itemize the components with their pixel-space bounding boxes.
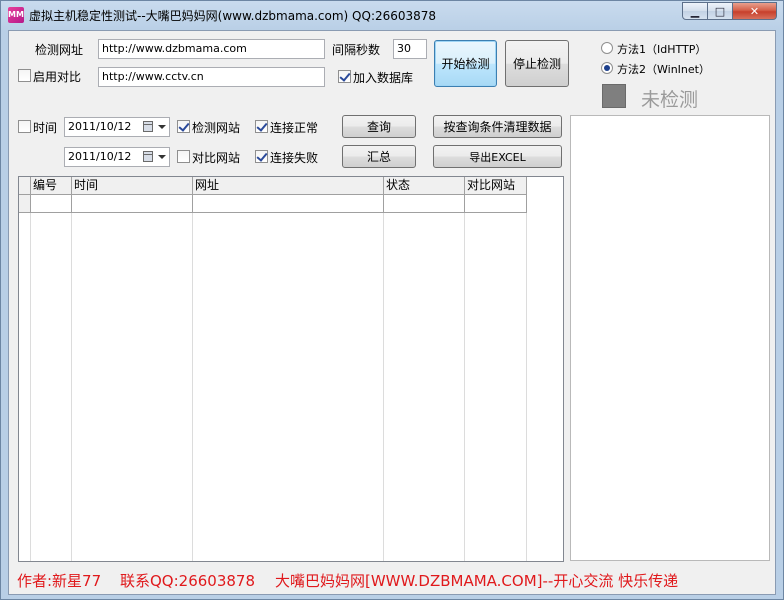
table-cell[interactable] [384,195,465,213]
check-site-checkbox[interactable] [177,120,190,133]
minimize-button[interactable]: ▁ [682,2,708,20]
status-indicator [602,84,626,108]
table-row[interactable] [19,195,527,213]
check-url-label: 检测网址 [35,43,84,57]
column-header[interactable]: 时间 [72,177,193,195]
table-cell[interactable] [193,195,384,213]
status-text: 未检测 [641,89,699,111]
date-to-value: 2011/10/12 [68,150,132,163]
app-window: MM 虚拟主机稳定性测试--大嘴巴妈妈网(www.dzbmama.com) QQ… [0,0,784,600]
query-button[interactable]: 查询 [342,115,416,138]
method2-radio[interactable] [601,62,613,74]
calendar-icon [143,121,153,132]
grid-line [30,213,31,561]
add-db-checkbox[interactable] [338,70,351,83]
grid-line [526,213,527,561]
author-text: 作者:新星77 [17,572,102,590]
chevron-down-icon[interactable] [158,125,166,129]
column-header[interactable]: 对比网站 [465,177,527,195]
row-indicator[interactable] [19,195,31,213]
enable-compare-checkbox[interactable] [18,69,31,82]
method2-label: 方法2（WinInet） [617,63,710,76]
conn-ok-checkbox[interactable] [255,120,268,133]
site-text: 大嘴巴妈妈网[WWW.DZBMAMA.COM]--开心交流 快乐传递 [275,572,679,590]
export-excel-button[interactable]: 导出EXCEL [433,145,562,168]
close-icon: ✕ [749,4,760,18]
log-panel[interactable] [570,115,770,561]
conn-ok-label: 连接正常 [270,121,319,135]
check-url-input[interactable]: http://www.dzbmama.com [98,39,325,59]
check-site-label: 检测网站 [192,121,241,135]
chevron-down-icon[interactable] [158,155,166,159]
method1-label: 方法1（IdHTTP） [617,43,707,56]
close-button[interactable]: ✕ [733,2,777,20]
grid-header: 编号 时间 网址 状态 对比网站 [19,177,527,195]
time-checkbox[interactable] [18,120,31,133]
table-cell[interactable] [465,195,527,213]
grid-corner [19,177,31,195]
date-from-picker[interactable]: 2011/10/12 [64,117,170,137]
results-grid[interactable]: 编号 时间 网址 状态 对比网站 [18,176,564,562]
compare-site-checkbox[interactable] [177,150,190,163]
maximize-icon: □ [714,4,726,18]
date-from-value: 2011/10/12 [68,120,132,133]
column-header[interactable]: 编号 [31,177,72,195]
interval-label: 间隔秒数 [332,43,381,57]
interval-input[interactable]: 30 [393,39,427,59]
minimize-icon: ▁ [690,4,700,18]
client-area: 检测网址 http://www.dzbmama.com 间隔秒数 30 启用对比… [8,30,776,595]
grid-line [383,213,384,561]
table-cell[interactable] [31,195,72,213]
title-bar[interactable]: MM 虚拟主机稳定性测试--大嘴巴妈妈网(www.dzbmama.com) QQ… [1,1,783,29]
summary-button[interactable]: 汇总 [342,145,416,168]
maximize-button[interactable]: □ [708,2,733,20]
app-icon: MM [8,7,24,23]
method1-radio[interactable] [601,42,613,54]
window-title: 虚拟主机稳定性测试--大嘴巴妈妈网(www.dzbmama.com) QQ:26… [29,9,437,23]
start-check-button[interactable]: 开始检测 [434,40,497,87]
date-to-picker[interactable]: 2011/10/12 [64,147,170,167]
enable-compare-label: 启用对比 [33,70,82,84]
conn-fail-label: 连接失败 [270,151,319,165]
table-cell[interactable] [72,195,193,213]
add-db-label: 加入数据库 [353,71,414,85]
conn-fail-checkbox[interactable] [255,150,268,163]
compare-url-input[interactable]: http://www.cctv.cn [98,67,325,87]
grid-line [71,213,72,561]
grid-line [464,213,465,561]
calendar-icon [143,151,153,162]
contact-text: 联系QQ:26603878 [120,572,256,590]
column-header[interactable]: 网址 [193,177,384,195]
grid-line [192,213,193,561]
caption-buttons: ▁ □ ✕ [682,2,777,21]
stop-check-button[interactable]: 停止检测 [505,40,569,87]
clear-data-button[interactable]: 按查询条件清理数据 [433,115,562,138]
column-header[interactable]: 状态 [384,177,465,195]
compare-site-label: 对比网站 [192,151,241,165]
time-label: 时间 [33,121,58,135]
